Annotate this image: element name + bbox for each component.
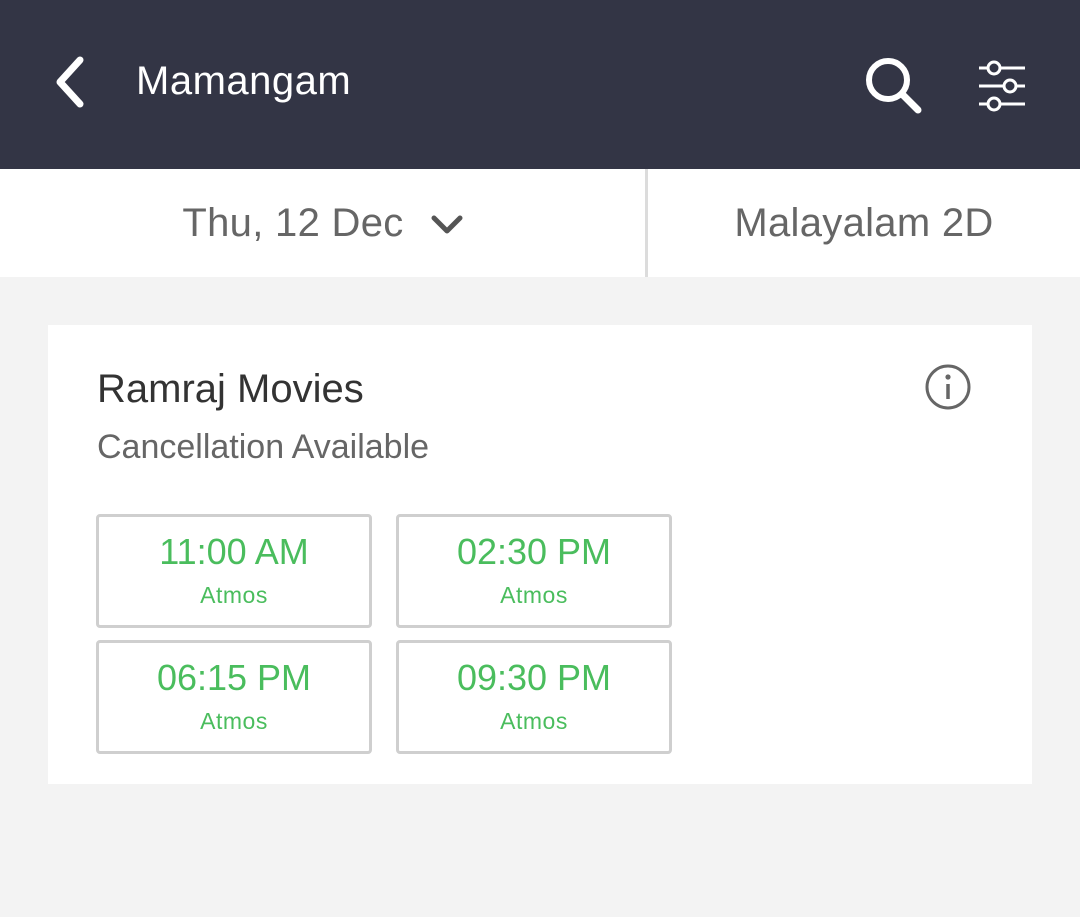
theater-card: Ramraj Movies Cancellation Available 11:… <box>48 325 1032 784</box>
date-label: Thu, 12 Dec <box>182 200 404 245</box>
showtime-sound: Atmos <box>200 582 268 608</box>
movie-title: Mamangam <box>136 59 352 103</box>
info-button[interactable] <box>922 361 974 413</box>
showtime-button[interactable]: 09:30 PM Atmos <box>396 640 672 754</box>
showtime-time: 11:00 AM <box>159 531 309 572</box>
filter-button[interactable] <box>968 50 1036 122</box>
theater-name: Ramraj Movies <box>97 367 364 411</box>
showtime-button[interactable]: 02:30 PM Atmos <box>396 514 672 628</box>
search-icon <box>866 58 922 114</box>
format-label: Malayalam 2D <box>734 200 994 245</box>
search-button[interactable] <box>858 50 930 122</box>
showtime-time: 09:30 PM <box>456 657 612 698</box>
showtime-time: 06:15 PM <box>156 657 312 698</box>
showtime-button[interactable]: 06:15 PM Atmos <box>96 640 372 754</box>
filter-bar: Thu, 12 Dec Malayalam 2D <box>0 169 1080 277</box>
date-selector[interactable]: Thu, 12 Dec <box>0 169 646 277</box>
showtime-sound: Atmos <box>200 708 268 734</box>
app-bar: Mamangam <box>0 0 1080 169</box>
chevron-left-icon <box>56 56 84 108</box>
back-button[interactable] <box>38 50 102 114</box>
showtime-sound: Atmos <box>500 582 568 608</box>
showtime-time: 02:30 PM <box>456 531 612 572</box>
info-icon <box>925 364 971 410</box>
showtime-button[interactable]: 11:00 AM Atmos <box>96 514 372 628</box>
cancellation-status: Cancellation Available <box>97 428 430 466</box>
chevron-down-icon <box>430 214 464 236</box>
showtime-sound: Atmos <box>500 708 568 734</box>
sliders-icon <box>979 60 1025 112</box>
